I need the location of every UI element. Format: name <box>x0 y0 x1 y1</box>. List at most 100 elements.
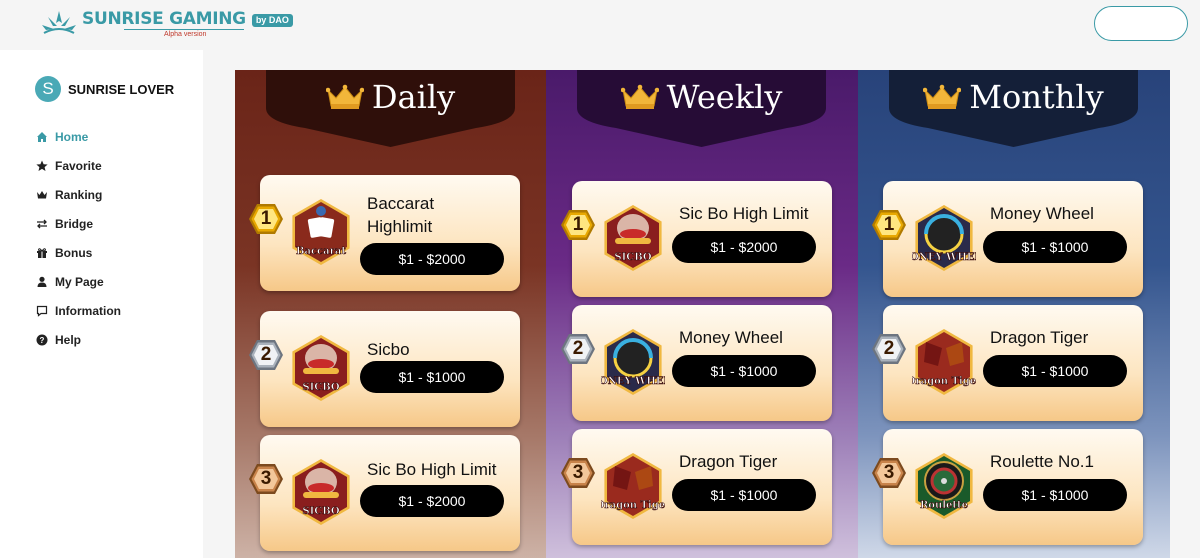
sidebar-item-label: Home <box>55 129 89 144</box>
home-icon <box>35 130 48 143</box>
sidebar-item-ranking[interactable]: Ranking <box>35 180 121 209</box>
person-icon <box>35 275 48 288</box>
game-icon-label: SICBO <box>302 382 339 393</box>
rank-badge: 1 <box>871 209 907 241</box>
ranking-column-daily: Daily Baccarat 1 Baccarat Highlimit $1 - $20… <box>235 70 546 558</box>
game-name: Roulette No.1 <box>990 452 1094 471</box>
game-card[interactable]: SICBO 1 Sic Bo High Limit $1 - $2000 <box>561 181 832 297</box>
baccarat-icon: Baccarat <box>289 196 353 268</box>
brand-subtitle: Alpha version <box>124 29 244 39</box>
sicbo-icon: SICBO <box>289 332 353 404</box>
sicbo-icon: SICBO <box>289 456 353 528</box>
sidebar-item-home[interactable]: Home <box>35 122 121 151</box>
bet-range-button[interactable]: $1 - $1000 <box>983 355 1127 387</box>
rank-number: 3 <box>883 462 895 483</box>
game-icon-label: SICBO <box>302 506 339 517</box>
game-icon-label: Dragon Tiger <box>912 376 976 387</box>
game-name: Money Wheel <box>679 328 783 347</box>
sidebar-item-my-page[interactable]: My Page <box>35 267 121 296</box>
bet-range-button[interactable]: $1 - $1000 <box>983 479 1127 511</box>
rank-badge: 2 <box>871 333 907 365</box>
rank-number: 1 <box>572 214 584 235</box>
rank-number: 2 <box>883 338 895 359</box>
rank-badge: 1 <box>560 209 596 241</box>
crown-icon <box>620 84 659 109</box>
game-name: Sic Bo High Limit <box>679 204 809 223</box>
ranking-column-monthly: Monthly MONEY WHEEL 1 Money Wheel $1 - $1000… <box>858 70 1170 558</box>
top-bar: SUNRISE GAMING by DAO Alpha version <box>0 0 1200 50</box>
bet-range-button[interactable]: $1 - $2000 <box>360 485 504 517</box>
username: SUNRISE LOVER <box>68 81 175 97</box>
ranking-banner: Monthly <box>889 70 1138 148</box>
sidebar-item-favorite[interactable]: Favorite <box>35 151 121 180</box>
bet-range-button[interactable]: $1 - $1000 <box>360 361 504 393</box>
rank-number: 2 <box>260 344 272 365</box>
rank-number: 1 <box>883 214 895 235</box>
sidebar-item-label: Favorite <box>55 158 102 173</box>
sidebar-item-bonus[interactable]: Bonus <box>35 238 121 267</box>
sidebar-item-label: My Page <box>55 274 104 289</box>
game-name: Dragon Tiger <box>679 452 778 471</box>
rank-badge: 3 <box>871 457 907 489</box>
sidebar-item-label: Ranking <box>55 187 103 202</box>
rank-badge: 2 <box>560 333 596 365</box>
bet-range-button[interactable]: $1 - $1000 <box>672 479 816 511</box>
brand-logo[interactable]: SUNRISE GAMING by DAO Alpha version <box>40 9 293 39</box>
crown-icon <box>923 84 962 109</box>
sidebar-item-label: Bonus <box>55 245 93 260</box>
bet-range-button[interactable]: $1 - $2000 <box>672 231 816 263</box>
gift-icon <box>35 246 48 259</box>
game-card[interactable]: Roulette 3 Roulette No.1 $1 - $1000 <box>872 429 1143 545</box>
sidebar-item-label: Information <box>55 303 121 318</box>
banner-title-text: Monthly <box>969 78 1104 116</box>
game-name: Baccarat Highlimit <box>367 194 435 236</box>
rank-number: 1 <box>260 208 272 229</box>
sicbo-icon: SICBO <box>601 202 665 274</box>
banner-title-text: Daily <box>371 78 456 116</box>
ranking-board: Daily Baccarat 1 Baccarat Highlimit $1 - $20… <box>235 70 1170 558</box>
sidebar-nav: Home Favorite Ranking Bridge Bonus My Page Inf… <box>35 122 121 354</box>
bet-range-button[interactable]: $1 - $1000 <box>672 355 816 387</box>
banner-title: Weekly <box>577 78 826 116</box>
sidebar-item-label: Bridge <box>55 216 94 231</box>
bet-range-button[interactable]: $1 - $1000 <box>983 231 1127 263</box>
avatar: S <box>35 76 61 102</box>
game-name: Sicbo <box>367 340 410 359</box>
banner-title: Daily <box>266 78 515 116</box>
user-profile[interactable]: S SUNRISE LOVER <box>35 76 174 102</box>
rank-badge: 1 <box>248 203 284 235</box>
game-icon-label: Roulette <box>920 500 968 511</box>
brand-by-badge: by DAO <box>251 14 293 27</box>
rank-badge: 3 <box>560 457 596 489</box>
connect-button[interactable] <box>1094 6 1188 41</box>
game-card[interactable]: MONEY WHEEL 2 Money Wheel $1 - $1000 <box>561 305 832 421</box>
sidebar-item-information[interactable]: Information <box>35 296 121 325</box>
sidebar-item-help[interactable]: ? Help <box>35 325 121 354</box>
game-card[interactable]: SICBO 3 Sic Bo High Limit $1 - $2000 <box>249 435 520 551</box>
dragon-tiger-icon: Dragon Tiger <box>595 450 671 522</box>
game-card[interactable]: Dragon Tiger 2 Dragon Tiger $1 - $1000 <box>872 305 1143 421</box>
bridge-icon <box>35 217 48 230</box>
game-name: Dragon Tiger <box>990 328 1089 347</box>
game-icon-label: SICBO <box>614 252 651 263</box>
crown-icon <box>325 84 364 109</box>
roulette-icon: Roulette <box>912 450 976 522</box>
ranking-banner: Weekly <box>577 70 826 148</box>
money-wheel-icon: MONEY WHEEL <box>588 326 678 398</box>
sidebar-item-bridge[interactable]: Bridge <box>35 209 121 238</box>
banner-title: Monthly <box>889 78 1138 116</box>
game-card[interactable]: SICBO 2 Sicbo $1 - $1000 <box>249 311 520 427</box>
game-card[interactable]: Baccarat 1 Baccarat Highlimit $1 - $2000 <box>249 175 520 291</box>
rank-number: 3 <box>572 462 584 483</box>
sidebar: S SUNRISE LOVER Home Favorite Ranking Bridg… <box>0 50 203 558</box>
game-card[interactable]: Dragon Tiger 3 Dragon Tiger $1 - $1000 <box>561 429 832 545</box>
star-icon <box>35 159 48 172</box>
brand-name: SUNRISE GAMING <box>82 9 246 29</box>
sunrise-logo-icon <box>42 11 76 34</box>
chat-icon <box>35 304 48 317</box>
game-card[interactable]: MONEY WHEEL 1 Money Wheel $1 - $1000 <box>872 181 1143 297</box>
ranking-column-weekly: Weekly SICBO 1 Sic Bo High Limit $1 - $2000 M… <box>546 70 858 558</box>
game-icon-label: Dragon Tiger <box>601 500 665 511</box>
bet-range-button[interactable]: $1 - $2000 <box>360 243 504 275</box>
game-icon-label: Baccarat <box>296 246 346 257</box>
